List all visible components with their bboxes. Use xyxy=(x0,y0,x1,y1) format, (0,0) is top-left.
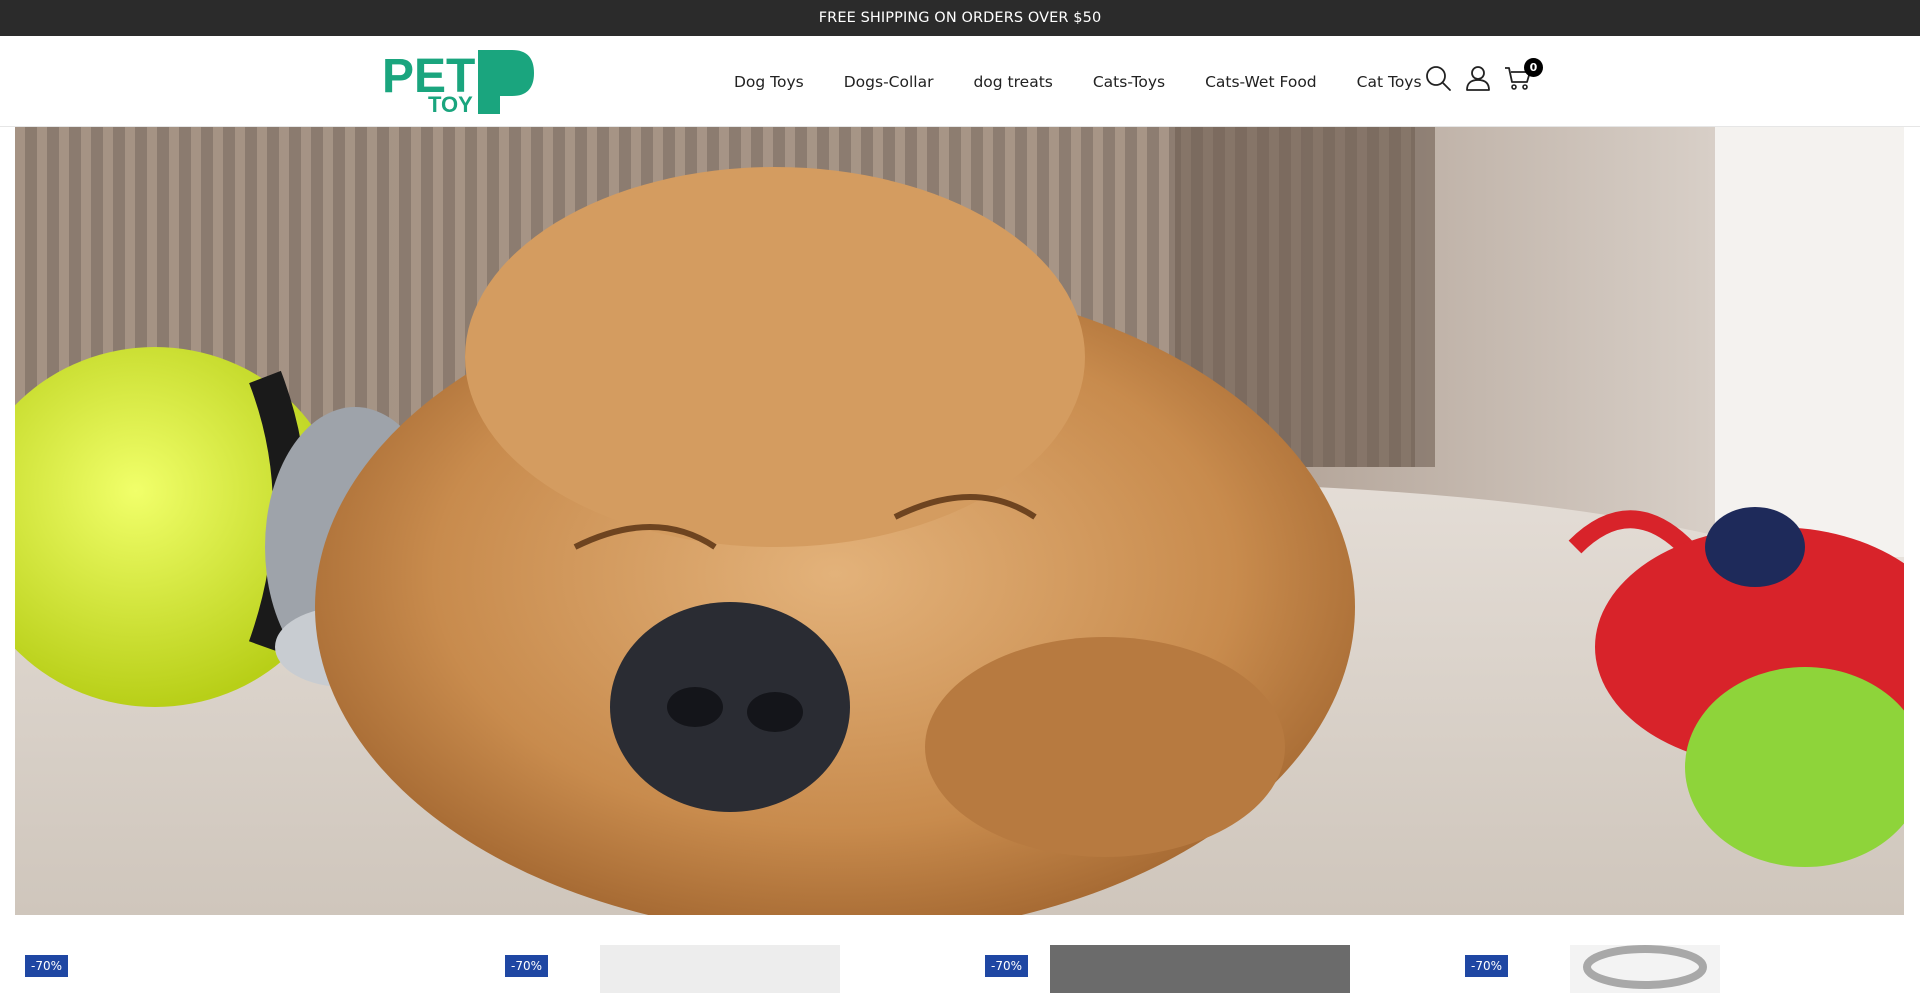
product-card[interactable]: -70% xyxy=(480,915,960,993)
site-header: PET TOY Dog Toys Dogs-Collar dog treats … xyxy=(0,36,1920,127)
nav-item-dogs-collar[interactable]: Dogs-Collar xyxy=(824,73,954,91)
product-image xyxy=(600,945,840,993)
cart-count-badge: 0 xyxy=(1524,58,1543,77)
sale-badge: -70% xyxy=(1465,955,1509,977)
product-grid: -70% -70% -70% -70% xyxy=(0,915,1920,993)
header-icons: 0 xyxy=(1424,58,1544,92)
product-image xyxy=(1570,945,1720,993)
sale-badge: -70% xyxy=(985,955,1029,977)
sale-badge: -70% xyxy=(25,955,69,977)
announcement-text: FREE SHIPPING ON ORDERS OVER $50 xyxy=(818,10,1102,26)
product-card[interactable]: -70% xyxy=(1440,915,1920,993)
product-image xyxy=(1050,945,1350,993)
sale-badge: -70% xyxy=(505,955,549,977)
logo-text-toy: TOY xyxy=(428,92,473,116)
hero-image xyxy=(15,127,1904,915)
product-card[interactable]: -70% xyxy=(0,915,480,993)
product-card[interactable]: -70% xyxy=(960,915,1440,993)
nav-item-cats-toys[interactable]: Cats-Toys xyxy=(1073,73,1185,91)
nav-item-dog-toys[interactable]: Dog Toys xyxy=(714,73,824,91)
nav-item-cats-wet-food[interactable]: Cats-Wet Food xyxy=(1185,73,1337,91)
announcement-bar: FREE SHIPPING ON ORDERS OVER $50 xyxy=(0,0,1920,36)
cart-icon[interactable]: 0 xyxy=(1504,58,1543,92)
hero-banner[interactable] xyxy=(15,127,1904,915)
main-nav: Dog Toys Dogs-Collar dog treats Cats-Toy… xyxy=(714,36,1442,127)
nav-item-dog-treats[interactable]: dog treats xyxy=(953,73,1072,91)
site-logo[interactable]: PET TOY xyxy=(382,48,537,117)
user-icon[interactable] xyxy=(1464,64,1492,92)
search-icon[interactable] xyxy=(1424,64,1452,92)
